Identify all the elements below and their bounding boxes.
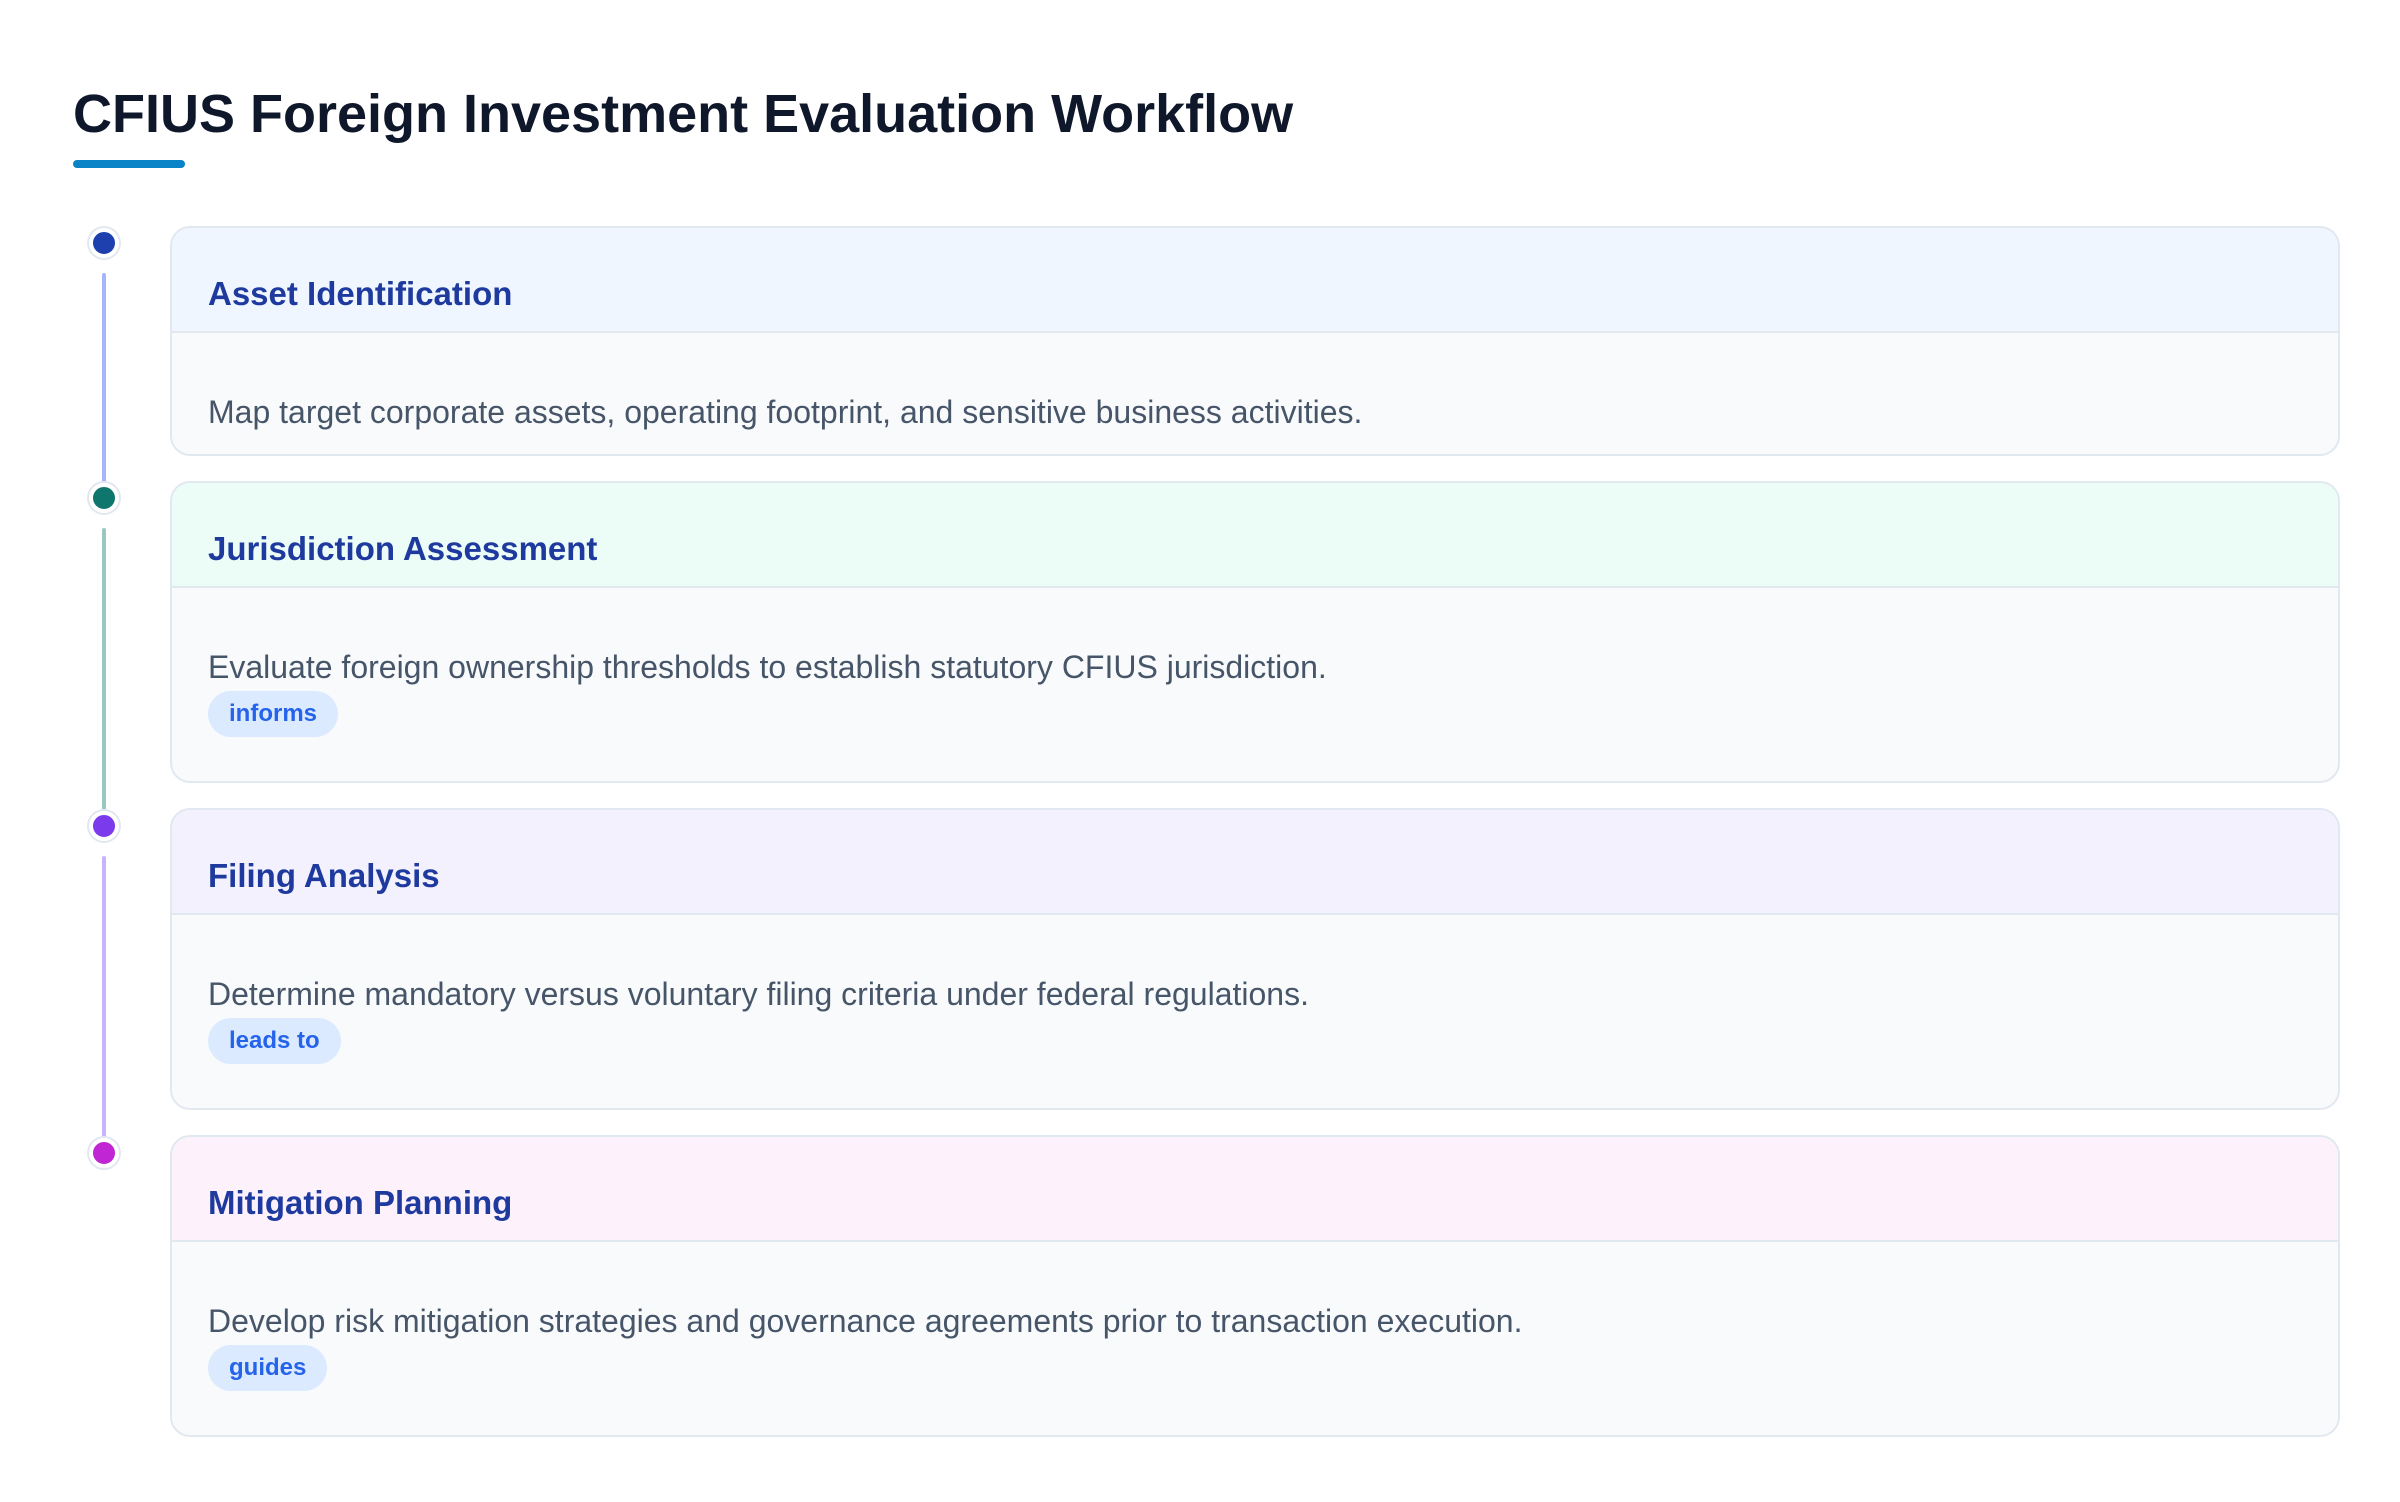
title-underline <box>73 160 185 168</box>
step-card-asset-identification: Asset Identification Map target corporat… <box>170 226 2340 456</box>
step-title: Jurisdiction Assessment <box>208 530 598 567</box>
step-description: Develop risk mitigation strategies and g… <box>208 1303 1523 1339</box>
step-card-mitigation-planning: Mitigation Planning Develop risk mitigat… <box>170 1135 2340 1437</box>
timeline-connector-3 <box>102 856 106 1138</box>
relation-badge: leads to <box>208 1018 341 1064</box>
step-card-jurisdiction-assessment: Jurisdiction Assessment Evaluate foreign… <box>170 481 2340 783</box>
step-title: Mitigation Planning <box>208 1184 513 1221</box>
step-description: Map target corporate assets, operating f… <box>208 394 1363 430</box>
relation-badge: guides <box>208 1345 328 1391</box>
workflow-page: CFIUS Foreign Investment Evaluation Work… <box>0 0 2400 1502</box>
timeline-dot-1 <box>89 228 119 258</box>
step-card-header: Filing Analysis <box>172 810 2338 915</box>
timeline-dot-2 <box>89 483 119 513</box>
step-title: Asset Identification <box>208 275 513 312</box>
timeline-connector-2 <box>102 528 106 810</box>
timeline-dot-3 <box>89 811 119 841</box>
step-title: Filing Analysis <box>208 857 440 894</box>
page-title: CFIUS Foreign Investment Evaluation Work… <box>73 84 1294 144</box>
step-card-header: Asset Identification <box>172 228 2338 333</box>
step-description: Determine mandatory versus voluntary fil… <box>208 976 1309 1012</box>
relation-badge: informs <box>208 691 339 737</box>
timeline-dot-4 <box>89 1138 119 1168</box>
step-card-header: Jurisdiction Assessment <box>172 483 2338 588</box>
step-description: Evaluate foreign ownership thresholds to… <box>208 649 1327 685</box>
step-card-filing-analysis: Filing Analysis Determine mandatory vers… <box>170 808 2340 1110</box>
timeline-connector-1 <box>102 273 106 483</box>
step-card-header: Mitigation Planning <box>172 1137 2338 1242</box>
